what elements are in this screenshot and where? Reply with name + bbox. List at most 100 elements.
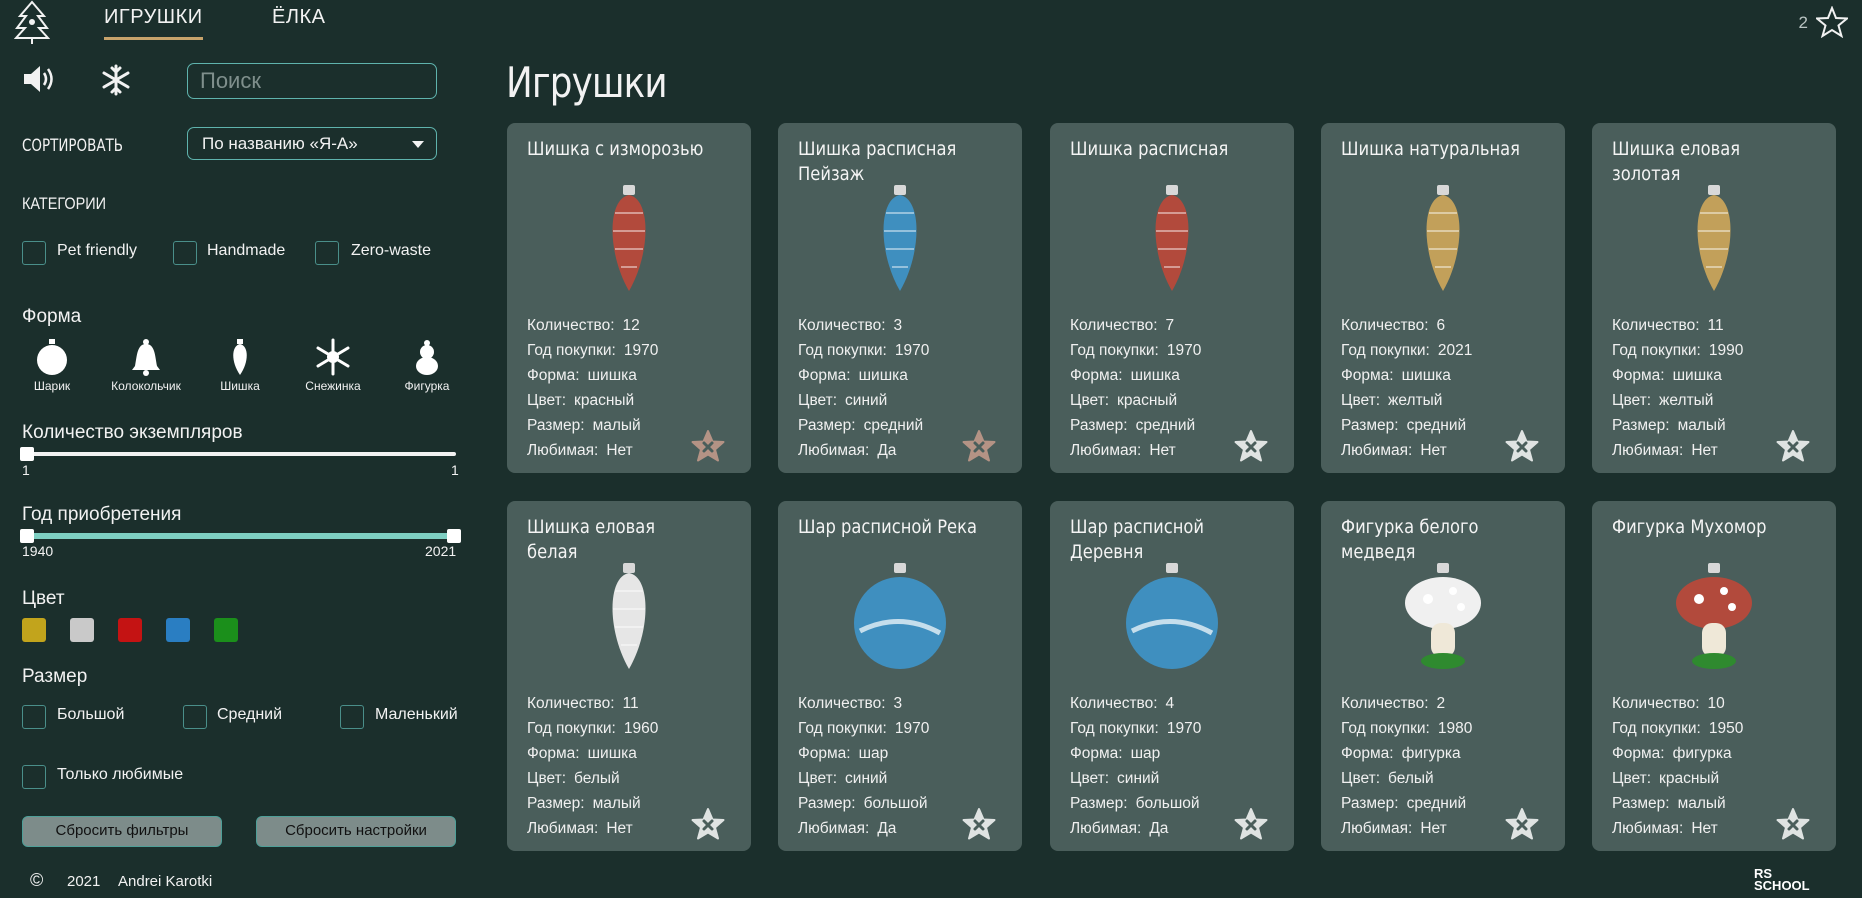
toy-info-value: малый	[592, 417, 641, 434]
toy-info-row: Форма: шишка	[1612, 363, 1743, 388]
toy-card-info: Количество: 2 Год покупки: 1980 Форма: фигурк…	[1341, 691, 1472, 841]
toy-info-key: Форма:	[527, 367, 580, 384]
toy-info-key: Форма:	[1070, 367, 1123, 384]
toy-card[interactable]: Шар расписной Деревня Количество: 4 Год пок…	[1050, 501, 1294, 851]
checkbox-favorites-only[interactable]	[22, 765, 46, 789]
toy-info-value: Да	[877, 442, 897, 459]
year-slider-thumb-max[interactable]	[447, 529, 461, 543]
shape-filter-figure[interactable]: Фигурка	[387, 338, 467, 393]
sort-select[interactable]: По названию «Я-А»	[187, 127, 437, 160]
toy-info-value: шишка	[1130, 367, 1180, 384]
color-swatch-red[interactable]	[118, 618, 142, 642]
toy-info-row: Количество: 11	[1612, 313, 1743, 338]
toy-card[interactable]: Шишка расписная Пейзаж Количество: 3 Год по…	[778, 123, 1022, 473]
toy-info-key: Цвет:	[798, 770, 838, 787]
toy-info-key: Цвет:	[1070, 392, 1110, 409]
favorite-star-icon[interactable]	[1776, 807, 1810, 841]
toy-info-key: Количество:	[1070, 695, 1158, 712]
toy-info-value: шар	[1130, 745, 1161, 762]
toy-info-row: Форма: шар	[1070, 741, 1201, 766]
toy-info-value: Нет	[606, 820, 633, 837]
sound-icon[interactable]	[22, 64, 56, 94]
favorite-star-icon[interactable]	[1505, 807, 1539, 841]
color-swatch-yellow[interactable]	[22, 618, 46, 642]
toy-info-value: 12	[622, 317, 640, 334]
count-slider-track[interactable]	[24, 452, 456, 456]
shape-filter-ball[interactable]: Шарик	[12, 338, 92, 393]
toy-info-row: Цвет: белый	[1341, 766, 1472, 791]
count-slider-thumb-min[interactable]	[20, 447, 34, 461]
toy-info-key: Форма:	[527, 745, 580, 762]
checkbox-size-small[interactable]	[340, 705, 364, 729]
toy-info-row: Любимая: Нет	[1341, 816, 1472, 841]
favorites-star-icon[interactable]	[1816, 6, 1848, 38]
category-label: Pet friendly	[57, 242, 138, 259]
checkbox-zero-waste[interactable]	[315, 241, 339, 265]
tab-tree[interactable]: ЁЛКА	[272, 6, 325, 37]
toy-info-key: Цвет:	[527, 392, 567, 409]
search-input[interactable]	[187, 63, 437, 99]
shape-filter-snowflake[interactable]: Снежинка	[293, 338, 373, 393]
toy-info-key: Цвет:	[1612, 770, 1652, 787]
toy-info-key: Год покупки:	[527, 720, 616, 737]
year-slider-track[interactable]	[24, 533, 456, 539]
toy-card[interactable]: Шар расписной Река Количество: 3 Год покупк…	[778, 501, 1022, 851]
shape-filter-bell[interactable]: Колокольчик	[106, 338, 186, 393]
shape-label-snowflake: Снежинка	[305, 379, 361, 393]
color-swatch-blue[interactable]	[166, 618, 190, 642]
favorite-star-icon[interactable]	[1234, 807, 1268, 841]
color-swatch-white[interactable]	[70, 618, 94, 642]
toy-card-title: Шишка натуральная	[1341, 138, 1521, 160]
toy-info-key: Любимая:	[527, 442, 599, 459]
category-label: Handmade	[207, 242, 286, 259]
favorite-star-icon[interactable]	[1776, 429, 1810, 463]
favorite-star-icon[interactable]	[962, 807, 996, 841]
toy-info-key: Количество:	[1341, 317, 1429, 334]
toy-info-key: Количество:	[1341, 695, 1429, 712]
reset-settings-button[interactable]: Сбросить настройки	[256, 816, 456, 847]
toy-info-row: Цвет: синий	[798, 766, 929, 791]
toy-info-value: красный	[1117, 392, 1178, 409]
footer-author[interactable]: Andrei Karotki	[118, 873, 212, 890]
checkbox-pet-friendly[interactable]	[22, 241, 46, 265]
checkbox-handmade[interactable]	[173, 241, 197, 265]
toy-info-value: 1980	[1437, 720, 1473, 737]
toy-info-row: Год покупки: 1970	[1070, 338, 1201, 363]
shape-filter-cone[interactable]: Шишка	[200, 338, 280, 393]
toy-info-value: 3	[893, 695, 903, 712]
tab-toys[interactable]: ИГРУШКИ	[104, 6, 203, 40]
toy-info-row: Количество: 3	[798, 691, 929, 716]
tree-logo-icon[interactable]	[14, 0, 50, 44]
toy-info-key: Размер:	[1612, 417, 1670, 434]
toy-card[interactable]: Шишка натуральная Количество: 6 Год покупки…	[1321, 123, 1565, 473]
toy-info-key: Количество:	[1612, 695, 1700, 712]
toy-info-value: 1960	[623, 720, 659, 737]
checkbox-size-medium[interactable]	[183, 705, 207, 729]
rs-school-logo[interactable]: RS SCHOOL	[1754, 867, 1824, 896]
snowflake-icon[interactable]	[100, 64, 132, 96]
toy-card[interactable]: Фигурка Мухомор Количество: 10 Год покупки:…	[1592, 501, 1836, 851]
toy-info-key: Цвет:	[1612, 392, 1652, 409]
favorite-star-icon[interactable]	[691, 807, 725, 841]
toy-info-value: большой	[863, 795, 928, 812]
reset-filters-button[interactable]: Сбросить фильтры	[22, 816, 222, 847]
toy-card[interactable]: Шишка еловая золотая Количество: 11 Год пок…	[1592, 123, 1836, 473]
toy-card-title: Шишка с изморозью	[527, 138, 704, 160]
favorite-star-icon[interactable]	[1234, 429, 1268, 463]
checkbox-size-large[interactable]	[22, 705, 46, 729]
toy-card[interactable]: Шишка с изморозью Количество: 12 Год покупк…	[507, 123, 751, 473]
year-max-value: 2021	[425, 543, 457, 559]
toy-card[interactable]: Шишка расписная Количество: 7 Год покупки: 1…	[1050, 123, 1294, 473]
color-swatch-green[interactable]	[214, 618, 238, 642]
year-slider-thumb-min[interactable]	[20, 529, 34, 543]
favorite-star-icon[interactable]	[691, 429, 725, 463]
favorite-star-icon[interactable]	[962, 429, 996, 463]
toy-card[interactable]: Шишка еловая белая Количество: 11 Год покуп…	[507, 501, 751, 851]
toy-info-row: Год покупки: 1990	[1612, 338, 1743, 363]
toy-info-key: Год покупки:	[527, 342, 616, 359]
favorite-star-icon[interactable]	[1505, 429, 1539, 463]
toy-info-value: Нет	[1420, 820, 1447, 837]
toy-card[interactable]: Фигурка белого медведя Количество: 2 Год по…	[1321, 501, 1565, 851]
toy-info-row: Любимая: Да	[1070, 816, 1201, 841]
toy-info-key: Цвет:	[798, 392, 838, 409]
